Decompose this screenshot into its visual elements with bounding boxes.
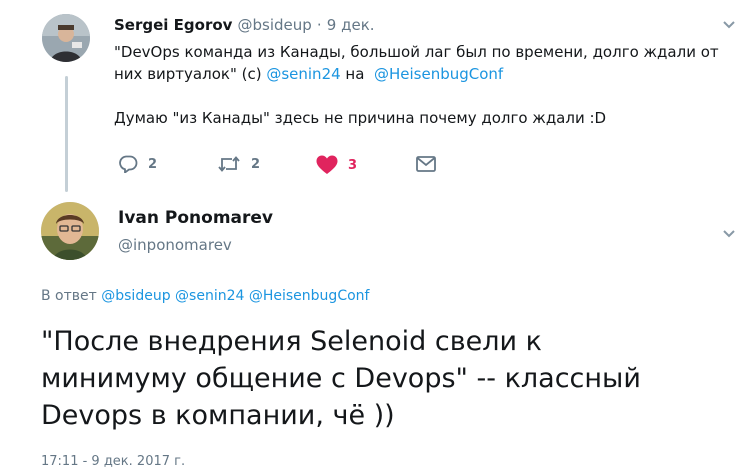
parent-tweet[interactable]: Sergei Egorov @bsideup · 9 дек. "DevOps … bbox=[0, 0, 749, 192]
author-handle[interactable]: @bsideup bbox=[238, 16, 312, 34]
main-tweet-text: "После внедрения Selenoid свели к миниму… bbox=[41, 323, 741, 434]
mention-link[interactable]: @senin24 bbox=[266, 65, 340, 83]
main-tweet[interactable]: Ivan Ponomarev @inponomarev В ответ @bsi… bbox=[0, 192, 749, 469]
main-author-handle[interactable]: @inponomarev bbox=[118, 236, 232, 254]
separator-dot: · bbox=[316, 16, 322, 34]
parent-header: Sergei Egorov @bsideup · 9 дек. bbox=[114, 15, 375, 34]
tweet-text-line: "DevOps команда из Канады, большой лаг б… bbox=[114, 43, 719, 61]
speech-bubble-icon bbox=[119, 155, 138, 173]
retweet-arrows-icon bbox=[218, 156, 240, 172]
chevron-down-icon[interactable] bbox=[722, 17, 736, 31]
tweet-text-line: Devops в компании, чё )) bbox=[41, 400, 395, 431]
main-avatar[interactable] bbox=[41, 202, 99, 260]
parent-avatar[interactable] bbox=[42, 14, 90, 62]
reply-context: В ответ @bsideup @senin24 @HeisenbugConf bbox=[41, 288, 369, 304]
tweet-text-line: минимуму общение с Devops" -- классный bbox=[41, 363, 641, 394]
tweet-text-line: них виртуалок" (c) @senin24 на @Heisenbu… bbox=[114, 63, 734, 85]
tweet-text-line: Думаю "из Канады" здесь не причина почем… bbox=[114, 109, 607, 127]
tweet-date[interactable]: 9 дек. bbox=[327, 16, 375, 34]
avatar-photo-icon bbox=[42, 14, 90, 62]
reply-count: 2 bbox=[148, 156, 158, 172]
parent-tweet-text: "DevOps команда из Канады, большой лаг б… bbox=[114, 41, 734, 129]
reply-mention[interactable]: @HeisenbugConf bbox=[249, 288, 370, 304]
text-fragment: них виртуалок" (c) bbox=[114, 65, 267, 83]
tweet-text-line: "После внедрения Selenoid свели к bbox=[41, 326, 542, 357]
like-button[interactable]: 3 bbox=[316, 155, 357, 175]
reply-button[interactable]: 2 bbox=[118, 155, 157, 173]
direct-message-button[interactable] bbox=[416, 156, 436, 172]
mention-link[interactable]: @HeisenbugConf bbox=[374, 65, 503, 83]
avatar-photo-icon bbox=[41, 202, 99, 260]
thread-connector bbox=[65, 76, 68, 192]
main-author-name[interactable]: Ivan Ponomarev bbox=[118, 208, 273, 228]
author-name[interactable]: Sergei Egorov bbox=[114, 16, 232, 34]
heart-icon bbox=[316, 155, 338, 174]
chevron-down-icon[interactable] bbox=[722, 226, 736, 240]
reply-label: В ответ bbox=[41, 288, 97, 304]
envelope-icon bbox=[416, 156, 436, 172]
reply-mention[interactable]: @bsideup bbox=[101, 288, 170, 304]
retweet-button[interactable]: 2 bbox=[217, 155, 260, 173]
reply-mention[interactable]: @senin24 bbox=[175, 288, 244, 304]
retweet-count: 2 bbox=[251, 156, 261, 172]
like-count: 3 bbox=[348, 157, 358, 173]
text-fragment: на bbox=[340, 65, 374, 83]
